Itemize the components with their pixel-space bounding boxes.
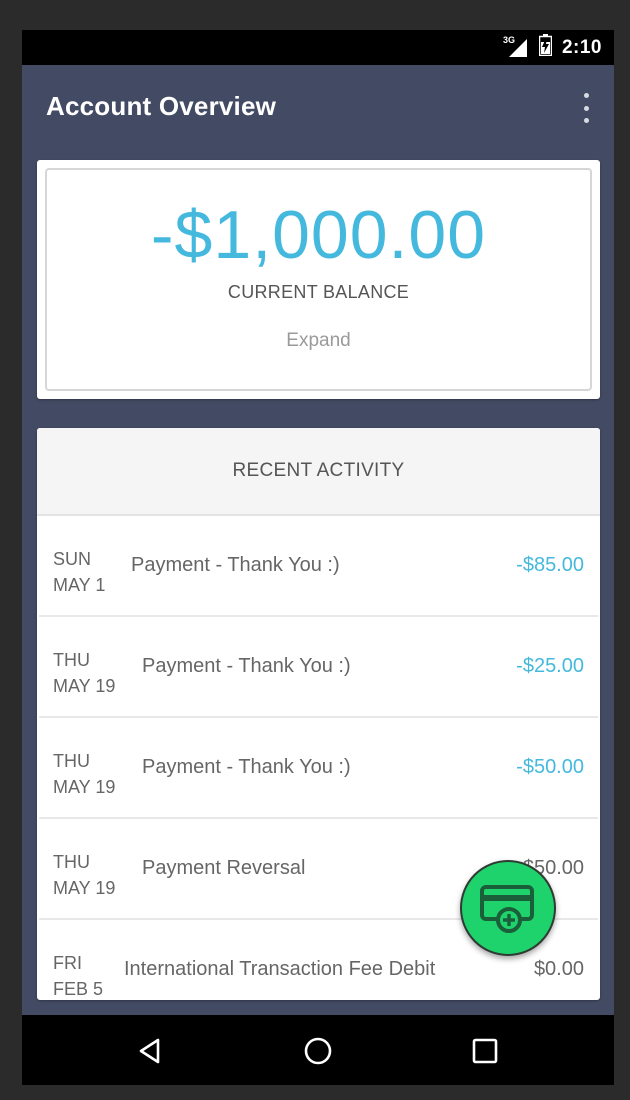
activity-day: FRI bbox=[53, 953, 82, 973]
balance-label: CURRENT BALANCE bbox=[227, 282, 410, 302]
activity-row[interactable]: THU MAY 19 Payment - Thank You :) -$50.0… bbox=[39, 718, 598, 819]
activity-row[interactable]: SUN MAY 1 Payment - Thank You :) -$85.00 bbox=[39, 516, 598, 617]
menu-dot bbox=[583, 105, 589, 111]
status-icons: 3G 2:10 bbox=[503, 34, 602, 61]
more-vert-icon[interactable] bbox=[580, 93, 592, 123]
activity-date-text: MAY 19 bbox=[53, 878, 116, 898]
activity-amount: -$85.00 bbox=[516, 554, 584, 576]
menu-dot bbox=[583, 118, 589, 123]
device-frame: 3G 2:10 Account Overview -$1,000.00 CURR… bbox=[0, 0, 630, 1100]
back-triangle-icon[interactable] bbox=[136, 1036, 166, 1066]
page-title: Account Overview bbox=[46, 91, 277, 121]
status-time: 2:10 bbox=[561, 36, 602, 58]
device-bezel-bottom bbox=[0, 1085, 630, 1100]
app-bar: Account Overview bbox=[22, 65, 614, 150]
activity-date: SUN MAY 1 bbox=[53, 546, 105, 598]
activity-day: THU bbox=[53, 650, 90, 670]
device-bezel-left bbox=[0, 0, 22, 1100]
status-bar: 3G 2:10 bbox=[22, 30, 614, 65]
activity-date-text: MAY 19 bbox=[53, 676, 116, 696]
menu-dot bbox=[583, 93, 589, 98]
recent-activity-header: RECENT ACTIVITY bbox=[37, 428, 600, 516]
system-nav-bar bbox=[22, 1015, 614, 1085]
activity-date-text: FEB 5 bbox=[53, 979, 104, 999]
activity-date: THU MAY 19 bbox=[53, 748, 115, 800]
balance-card-inner: -$1,000.00 CURRENT BALANCE Expand bbox=[45, 168, 592, 391]
device-bezel-top bbox=[0, 0, 630, 30]
activity-date-text: MAY 19 bbox=[53, 777, 116, 797]
balance-card: -$1,000.00 CURRENT BALANCE Expand bbox=[37, 160, 600, 399]
activity-description: International Transaction Fee Debit bbox=[124, 958, 436, 980]
activity-date-text: MAY 1 bbox=[53, 575, 106, 595]
activity-amount: $0.00 bbox=[533, 958, 584, 980]
app-screen: 3G 2:10 Account Overview -$1,000.00 CURR… bbox=[22, 30, 614, 1085]
activity-description: Payment Reversal bbox=[142, 857, 306, 879]
recents-square-icon[interactable] bbox=[470, 1036, 500, 1066]
activity-day: SUN bbox=[53, 549, 92, 569]
add-card-button[interactable] bbox=[460, 860, 556, 956]
device-bezel-right bbox=[614, 0, 630, 1100]
home-circle-icon[interactable] bbox=[303, 1036, 333, 1066]
activity-row[interactable]: THU MAY 19 Payment - Thank You :) -$25.0… bbox=[39, 617, 598, 718]
activity-day: THU bbox=[53, 852, 90, 872]
activity-amount: -$25.00 bbox=[516, 655, 584, 677]
battery-icon bbox=[538, 34, 553, 61]
add-card-icon bbox=[480, 885, 534, 933]
activity-date: THU MAY 19 bbox=[53, 849, 115, 901]
activity-date: FRI FEB 5 bbox=[53, 950, 103, 1000]
activity-description: Payment - Thank You :) bbox=[131, 554, 340, 576]
signal-icon: 3G bbox=[503, 35, 529, 59]
activity-amount: -$50.00 bbox=[516, 756, 584, 778]
balance-amount: -$1,000.00 bbox=[150, 197, 487, 273]
activity-description: Payment - Thank You :) bbox=[142, 655, 351, 677]
activity-description: Payment - Thank You :) bbox=[142, 756, 351, 778]
expand-button[interactable]: Expand bbox=[47, 330, 590, 352]
activity-day: THU bbox=[53, 751, 90, 771]
activity-date: THU MAY 19 bbox=[53, 647, 115, 699]
